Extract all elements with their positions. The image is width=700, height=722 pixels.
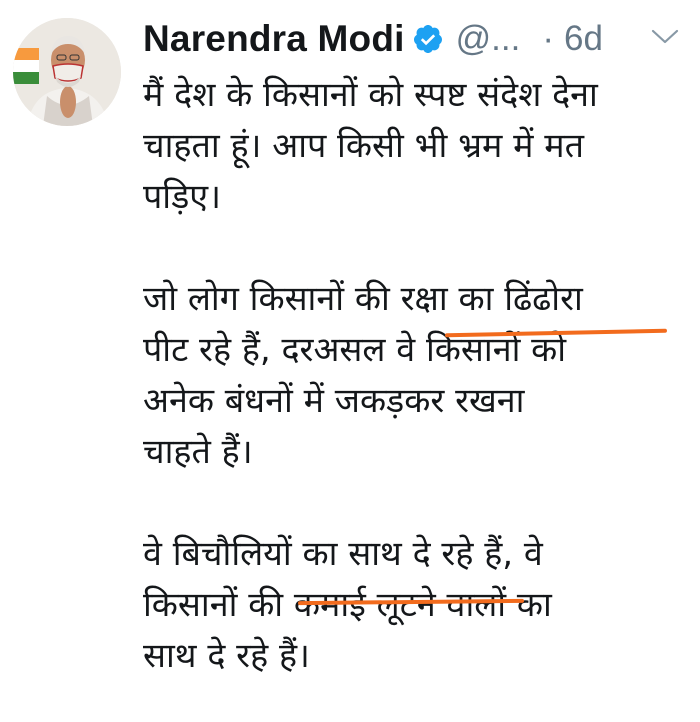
chevron-down-icon[interactable]: [650, 26, 680, 48]
timestamp[interactable]: 6d: [564, 19, 603, 59]
tweet-text: मैं देश के किसानों को स्पष्ट संदेश देना …: [143, 70, 693, 682]
tweet-paragraph: जो लोग किसानों की रक्षा का ढिंढोरा पीट र…: [143, 279, 583, 472]
display-name[interactable]: Narendra Modi: [143, 18, 405, 60]
tweet-header: Narendra Modi @... · 6d: [143, 8, 693, 70]
avatar[interactable]: [13, 18, 121, 126]
tweet-card[interactable]: Narendra Modi @... · 6d मैं देश के किसान…: [0, 0, 700, 722]
avatar-photo: [13, 18, 121, 126]
tweet-paragraph: वे बिचौलियों का साथ दे रहे हैं, वे किसान…: [143, 534, 552, 676]
verified-badge-icon: [413, 25, 442, 53]
user-handle[interactable]: @...: [456, 19, 521, 59]
tweet-paragraph: मैं देश के किसानों को स्पष्ट संदेश देना …: [143, 75, 598, 217]
separator-dot: ·: [542, 19, 554, 58]
